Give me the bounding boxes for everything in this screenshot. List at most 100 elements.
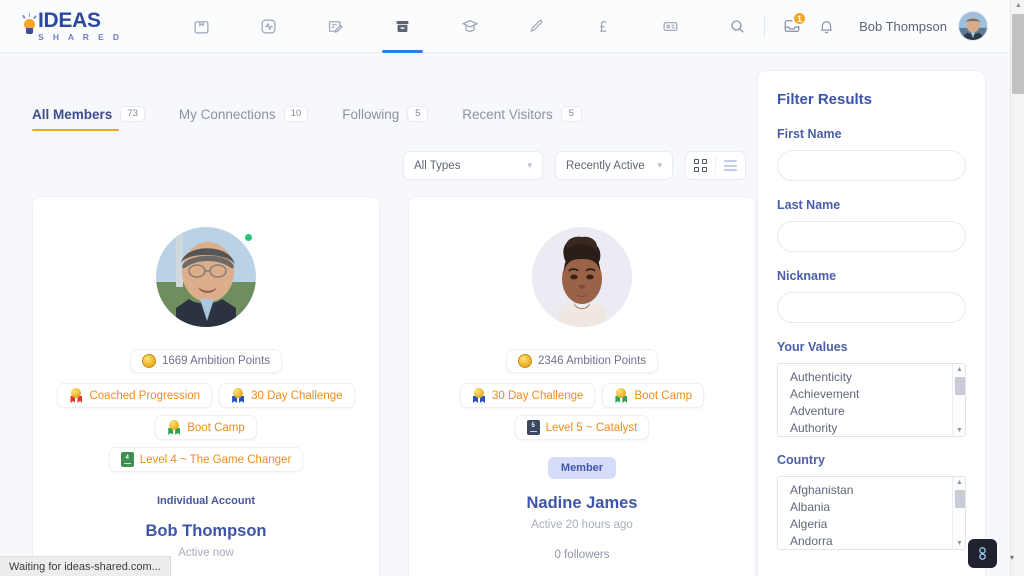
- filter-panel-title: Filter Results: [777, 91, 873, 108]
- list-controls: All Types ▾ Recently Active ▾: [403, 151, 746, 180]
- tab-recent-visitors[interactable]: Recent Visitors 5: [462, 106, 582, 131]
- current-user-avatar[interactable]: [958, 11, 988, 41]
- your-values-listbox[interactable]: Authenticity Achievement Adventure Autho…: [777, 363, 966, 437]
- top-navigation-bar: IDEAS S H A R E D 1 Bob Thompson: [0, 0, 1010, 53]
- member-card[interactable]: 1669 Ambition Points Coached Progression…: [32, 196, 380, 576]
- level-label: Level 5 ~ Catalyst: [545, 421, 638, 434]
- list-item[interactable]: Algeria: [790, 516, 965, 533]
- graduation-cap-icon: [461, 19, 478, 32]
- nickname-label: Nickname: [777, 269, 837, 283]
- nav-item-marketplace[interactable]: [168, 0, 235, 53]
- award-badge: Boot Camp: [602, 383, 704, 408]
- pencil-icon: [530, 19, 543, 32]
- scrollbar-thumb[interactable]: [1012, 14, 1024, 94]
- last-name-input[interactable]: [777, 221, 966, 252]
- award-badge: 30 Day Challenge: [460, 383, 596, 408]
- nav-item-write[interactable]: [503, 0, 570, 53]
- level-icon: 4: [120, 452, 134, 467]
- ambition-points-badge: 2346 Ambition Points: [505, 349, 659, 373]
- medal-icon: [69, 388, 83, 403]
- list-item[interactable]: Albania: [790, 499, 965, 516]
- tab-label: All Members: [32, 106, 113, 122]
- listbox-scrollbar[interactable]: ▲ ▼: [952, 477, 965, 549]
- bell-icon: [820, 20, 832, 33]
- scroll-up-icon[interactable]: ▲: [956, 479, 963, 486]
- member-activity-status: Active now: [178, 547, 234, 559]
- chevron-down-icon[interactable]: ▾: [1010, 553, 1014, 562]
- sort-filter-select[interactable]: Recently Active ▾: [555, 151, 673, 180]
- member-name[interactable]: Nadine James: [527, 494, 638, 513]
- award-label: Boot Camp: [187, 421, 245, 434]
- nav-item-learning[interactable]: [436, 0, 503, 53]
- list-item[interactable]: Achievement: [790, 386, 965, 403]
- avatar[interactable]: [532, 227, 632, 327]
- grid-view-button[interactable]: [686, 152, 715, 179]
- pound-sterling-icon: [600, 20, 607, 32]
- country-listbox[interactable]: Afghanistan Albania Algeria Andorra ▲ ▼: [777, 476, 966, 550]
- chevron-down-icon: ▾: [657, 160, 662, 170]
- lightbulb-icon: [21, 13, 37, 39]
- nav-item-activity[interactable]: [235, 0, 302, 53]
- list-item[interactable]: Authenticity: [790, 369, 965, 386]
- scrollbar-thumb[interactable]: [954, 490, 965, 508]
- scroll-up-icon[interactable]: ▲: [956, 366, 963, 373]
- status-text: Waiting for ideas-shared.com...: [9, 560, 161, 573]
- avatar[interactable]: [156, 227, 256, 327]
- medal-icon: [614, 388, 628, 403]
- tab-count: 73: [120, 106, 145, 123]
- notifications-button[interactable]: [809, 9, 843, 43]
- member-badges: 2346 Ambition Points: [505, 349, 659, 381]
- search-icon: [730, 19, 744, 33]
- tab-label: My Connections: [178, 106, 276, 122]
- member-avatar-wrap: [532, 227, 632, 327]
- first-name-label: First Name: [777, 127, 842, 141]
- search-button[interactable]: [720, 9, 754, 43]
- coin-icon: [141, 354, 156, 368]
- avatar-photo: [532, 227, 632, 327]
- listbox-scrollbar[interactable]: ▲ ▼: [952, 364, 965, 436]
- nav-divider: [764, 15, 766, 37]
- scroll-down-icon[interactable]: ▼: [956, 540, 963, 547]
- list-item[interactable]: Adventure: [790, 403, 965, 420]
- level-number: 5: [531, 423, 535, 429]
- list-item[interactable]: Authority: [790, 420, 965, 436]
- nav-item-profile[interactable]: [637, 0, 704, 53]
- brand-tagline: S H A R E D: [38, 32, 123, 43]
- tab-following[interactable]: Following 5: [342, 106, 429, 131]
- member-tabs: All Members 73 My Connections 10 Followi…: [32, 106, 616, 132]
- medal-icon: [231, 388, 245, 403]
- list-item[interactable]: Andorra: [790, 533, 965, 549]
- country-label: Country: [777, 453, 825, 467]
- award-label: Coached Progression: [89, 389, 201, 402]
- ambition-points-badge: 1669 Ambition Points: [129, 349, 283, 373]
- brand-logo[interactable]: IDEAS S H A R E D: [21, 9, 134, 43]
- tab-label: Recent Visitors: [462, 106, 553, 122]
- filter-sidebar: Filter Results First Name Last Name Nick…: [757, 70, 986, 576]
- member-name[interactable]: Bob Thompson: [146, 522, 267, 541]
- ambition-points-label: 1669 Ambition Points: [161, 355, 271, 367]
- first-name-input[interactable]: [777, 150, 966, 181]
- shop-bag-icon: [194, 20, 209, 33]
- nickname-input[interactable]: [777, 292, 966, 323]
- scroll-up-icon[interactable]: ▲: [1015, 2, 1022, 9]
- archive-box-icon: [396, 20, 409, 32]
- member-card[interactable]: 2346 Ambition Points 30 Day Challenge Bo…: [408, 196, 756, 576]
- tab-my-connections[interactable]: My Connections 10: [178, 106, 309, 131]
- nav-item-members[interactable]: [369, 0, 436, 53]
- grid-view-icon: [694, 159, 707, 172]
- nav-item-notes[interactable]: [302, 0, 369, 53]
- type-filter-select[interactable]: All Types ▾: [403, 151, 543, 180]
- inbox-button[interactable]: 1: [775, 9, 809, 43]
- accessibility-widget-button[interactable]: [968, 539, 997, 568]
- tab-all-members[interactable]: All Members 73: [32, 106, 145, 132]
- nav-item-finance[interactable]: [570, 0, 637, 53]
- level-label: Level 4 ~ The Game Changer: [139, 453, 292, 466]
- level-badge: 5 Level 5 ~ Catalyst: [514, 415, 650, 440]
- list-view-button[interactable]: [716, 152, 745, 179]
- brand-name: IDEAS: [38, 9, 101, 33]
- scroll-down-icon[interactable]: ▼: [956, 427, 963, 434]
- scrollbar-thumb[interactable]: [954, 377, 965, 395]
- list-item[interactable]: Afghanistan: [790, 482, 965, 499]
- page-scrollbar[interactable]: ▲: [1010, 0, 1024, 576]
- tab-count: 10: [283, 106, 309, 123]
